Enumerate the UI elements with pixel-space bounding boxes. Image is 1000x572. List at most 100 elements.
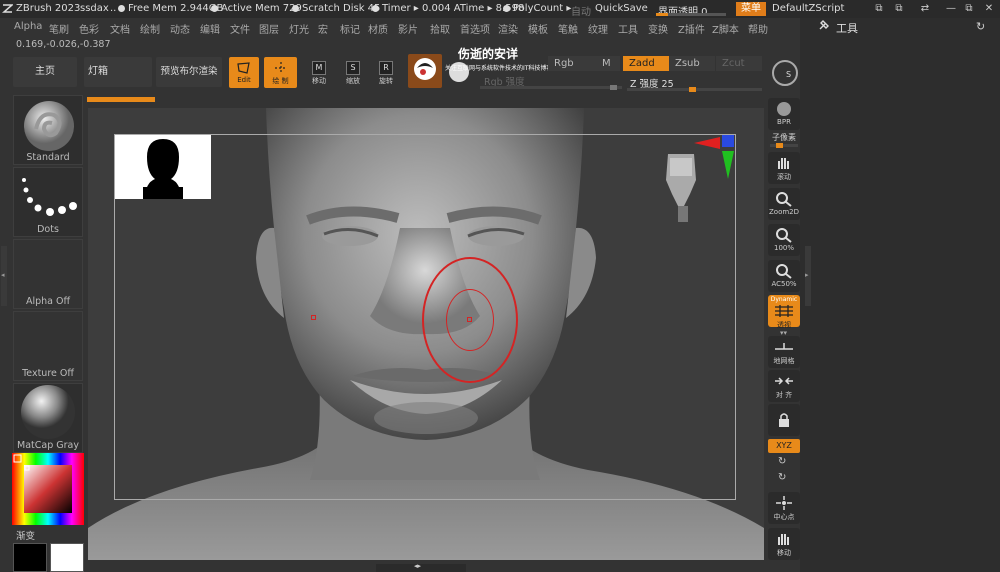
zoom2d-button[interactable]: Zoom2D [768,188,800,220]
minimize-icon[interactable]: — [944,2,958,16]
app-title: ZBrush 2023 [16,3,81,14]
menu-item[interactable]: 绘制 [140,21,160,36]
auto-label[interactable]: 自动 [571,3,591,18]
xyz-rotation-button[interactable]: XYZ [768,439,800,453]
menu-item[interactable]: 笔刷 [49,21,69,36]
title-bar: ZBrush 2023 ssdax .. Free Mem 2.944GB Ac… [0,0,1000,18]
align-arrows-icon [775,377,793,385]
menu-bar: Alpha 笔刷 色彩 文档 绘制 动态 编辑 文件 图层 灯光宏标记 材质 影片 拾取 首选项 渲染 模板笔… [0,18,800,36]
floor-grid-icon [775,343,793,350]
refresh-icon[interactable]: ↻ [976,20,985,33]
menu-item[interactable]: 文档 [110,21,130,36]
antialiased-half-size-button[interactable]: AC50% [768,260,800,292]
left-tray-handle[interactable]: ◂ [1,246,7,306]
menu-item[interactable]: 拾取 [430,21,450,36]
menus-button[interactable]: 菜单 [736,2,766,16]
draw-icon [274,62,287,74]
scale-mode-button[interactable]: S 缩放 [339,58,367,88]
rgb-toggle[interactable]: Rgb [548,56,602,71]
bottom-tray-handle[interactable]: ◂▸ [376,562,466,572]
edit-button[interactable]: Edit [229,57,259,88]
subpixel-label: 子像素 [772,133,796,142]
tool-palette-title[interactable]: 工具 [836,20,858,36]
menu-item[interactable]: 笔触 [558,21,578,36]
interface-transparency-slider[interactable] [656,13,726,16]
move-mode-button[interactable]: M 移动 [305,58,333,88]
home-button[interactable]: 主页 [13,57,77,87]
menu-item[interactable]: 动态 [170,21,190,36]
brush-selector[interactable]: Standard [13,95,83,165]
close-icon[interactable]: ✕ [982,2,996,16]
maximize-icon[interactable]: ⧉ [962,2,976,16]
right-tray-handle[interactable]: ▸ [805,246,811,306]
title-ellipsis: .. [110,3,117,14]
menu-item[interactable]: 工具 [618,21,638,36]
scroll-button[interactable]: 滚动 [768,152,800,184]
bpr-button[interactable]: BPR [768,98,800,130]
z-intensity-slider[interactable] [627,87,762,92]
zbrush-logo-icon [2,3,14,17]
local-symmetry-button[interactable] [768,404,800,436]
zadd-toggle[interactable]: Zadd [623,56,669,71]
menu-item[interactable]: Z插件 [678,21,705,36]
spotlight-icon[interactable]: S [772,60,798,86]
menu-item[interactable]: 纹理 [588,21,608,36]
zcut-toggle[interactable]: Zcut [716,56,762,71]
align-button[interactable]: 对 齐 [768,370,800,402]
menu-item[interactable]: 色彩 [79,21,99,36]
menu-item[interactable]: 标记 [340,21,360,36]
quicksave-button[interactable]: QuickSave [595,3,648,14]
texture-selector[interactable]: Texture Off [13,311,83,381]
hand-move-icon [778,534,789,545]
draw-button[interactable]: 绘 制 [264,57,297,88]
menu-item[interactable]: 灯光 [289,21,309,36]
axis-gizmo-icon[interactable] [692,135,740,181]
menu-item[interactable]: 影片 [398,21,418,36]
restore-layout-icon[interactable]: ⧉ [872,2,886,16]
standard-brush-icon [24,101,74,151]
menu-item[interactable]: 变换 [648,21,668,36]
menu-item[interactable]: 图层 [259,21,279,36]
menu-item[interactable]: 宏 [318,21,328,36]
rotate-mode-button[interactable]: R 旋转 [372,58,400,88]
rgb-intensity-slider[interactable] [480,85,622,90]
center-point-button[interactable]: 中心点 [768,492,800,524]
color-picker[interactable] [12,453,84,525]
hand-scroll-icon [778,158,789,169]
lightbox-button[interactable]: 灯箱 [84,57,152,87]
menu-item[interactable]: 渲染 [498,21,518,36]
menu-item[interactable]: 编辑 [200,21,220,36]
magnifier-100-icon [776,228,792,243]
menu-item[interactable]: Alpha [14,21,42,32]
menu-item[interactable]: 首选项 [460,21,490,36]
menu-item[interactable]: 文件 [230,21,250,36]
zsub-toggle[interactable]: Zsub [669,56,715,71]
rotate-y-icon[interactable]: ↻ [778,456,786,467]
perspective-button[interactable]: Dynamic 透视 [768,295,800,329]
stroke-selector[interactable]: Dots [13,167,83,237]
script-name[interactable]: DefaultZScript [772,3,844,14]
swap-icon[interactable]: ⇄ [918,2,932,16]
alpha-selector[interactable]: Alpha Off [13,239,83,309]
silhouette-icon [143,139,183,199]
gradient-label[interactable]: 渐变 [16,528,35,542]
secondary-color-swatch[interactable] [50,543,84,572]
menu-item[interactable]: 模板 [528,21,548,36]
move-view-button[interactable]: 移动 [768,528,800,560]
bpr-preview-button[interactable]: 预览布尔渲染 [156,57,222,87]
photo-reference[interactable] [115,135,211,199]
floor-grid-button[interactable]: 地网格 [768,336,800,368]
material-name: MatCap Gray [17,440,79,451]
m-toggle[interactable]: M [596,56,620,71]
magnifier-ac50-icon [776,264,792,279]
menu-item[interactable]: Z脚本 [712,21,739,36]
menu-item[interactable]: 材质 [368,21,388,36]
stroke-name: Dots [37,224,59,235]
actual-size-button[interactable]: 100% [768,224,800,256]
subpixel-slider[interactable] [770,143,798,148]
menu-item[interactable]: 帮助 [748,21,768,36]
window-layout-icon[interactable]: ⧉ [892,2,906,16]
material-selector[interactable]: MatCap Gray [13,383,83,453]
main-color-swatch[interactable] [13,543,47,572]
rotate-z-icon[interactable]: ↻ [778,472,786,483]
